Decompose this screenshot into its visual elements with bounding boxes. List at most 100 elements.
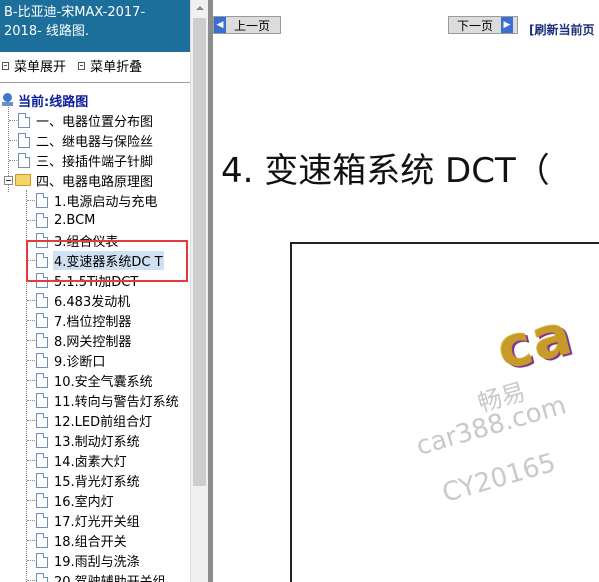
tree-item[interactable]: 16.室内灯 <box>36 490 115 510</box>
tree-section-schematics[interactable]: 四、电器电路原理图 <box>4 170 154 190</box>
scrollbar-thumb[interactable] <box>193 18 206 486</box>
tree-connector <box>27 580 35 581</box>
tree-item-label: 20.驾驶辅助开关组 <box>54 574 166 582</box>
scroll-down-icon[interactable] <box>191 565 208 582</box>
tree-connector <box>9 140 17 141</box>
tree-item[interactable]: 8.网关控制器 <box>36 330 132 350</box>
tree-section-label: 四、电器电路原理图 <box>36 174 154 190</box>
next-page-label: 下一页 <box>457 18 494 33</box>
tree-scrollbar[interactable] <box>190 0 208 582</box>
tree-item[interactable]: 18.组合开关 <box>36 530 128 550</box>
document-icon <box>18 132 30 148</box>
tree-item[interactable]: 1.电源启动与充电 <box>36 190 158 210</box>
tree-item[interactable]: 9.诊断口 <box>36 350 106 370</box>
tree-item-label: 11.转向与警告灯系统 <box>54 394 179 410</box>
tree-item[interactable]: 20.驾驶辅助开关组 <box>36 570 167 582</box>
navigation-pane: B-比亚迪-宋MAX-2017- 2018- 线路图. 菜单展开 菜单折叠 当前… <box>0 0 208 582</box>
tree-item-label: 9.诊断口 <box>54 354 106 370</box>
previous-page-button[interactable]: ◀ 上一页 <box>213 16 281 34</box>
document-icon <box>36 312 48 328</box>
tree-root-label: 当前:线路图 <box>18 94 89 110</box>
tree-item[interactable]: 15.背光灯系统 <box>36 470 141 490</box>
document-icon <box>36 192 48 208</box>
tree-item[interactable]: 6.483发动机 <box>36 290 131 310</box>
refresh-page-link[interactable]: [刷新当前页 <box>529 21 595 38</box>
document-icon <box>36 492 48 508</box>
tree-connector <box>27 400 35 401</box>
tree-connector <box>27 340 35 341</box>
tree-item[interactable]: 19.雨刮与洗涤 <box>36 550 141 570</box>
document-icon <box>36 212 48 228</box>
tree-item-label: 10.安全气囊系统 <box>54 374 153 390</box>
tree-connector <box>27 540 35 541</box>
tree-connector <box>9 120 17 121</box>
previous-page-label: 上一页 <box>234 18 271 33</box>
tree-connector <box>27 220 35 221</box>
document-title-bar: B-比亚迪-宋MAX-2017- 2018- 线路图. <box>0 0 190 52</box>
collapse-menu-link[interactable]: 菜单折叠 <box>78 56 142 75</box>
navigation-toolbar: ◀ 上一页 下一页 ▶ [刷新当前页 <box>213 12 599 40</box>
tree-section-label: 二、继电器与保险丝 <box>36 134 154 150</box>
tree-connector <box>27 460 35 461</box>
tree-item-label: 12.LED前组合灯 <box>54 414 153 430</box>
tree-section-location[interactable]: 一、电器位置分布图 <box>18 110 154 130</box>
tree-item[interactable]: 2.BCM <box>36 210 96 230</box>
collapse-icon <box>78 61 86 70</box>
expand-menu-link[interactable]: 菜单展开 <box>2 56 66 75</box>
document-icon <box>36 392 48 408</box>
document-icon <box>36 452 48 468</box>
scroll-up-icon[interactable] <box>191 0 208 17</box>
title-line-2: 2018- 线路图. <box>4 24 90 39</box>
tree-item[interactable]: 14.卤素大灯 <box>36 450 128 470</box>
document-icon <box>36 532 48 548</box>
title-line-1: B-比亚迪-宋MAX-2017- <box>4 5 146 20</box>
document-icon <box>36 512 48 528</box>
document-icon <box>36 572 48 582</box>
tree-item[interactable]: 17.灯光开关组 <box>36 510 141 530</box>
document-icon <box>36 412 48 428</box>
divider-line <box>0 82 190 83</box>
tree-section-label: 一、电器位置分布图 <box>36 114 154 130</box>
tree-item-label: 14.卤素大灯 <box>54 454 127 470</box>
expand-icon <box>2 61 9 70</box>
tree-connector <box>27 500 35 501</box>
tree-connector <box>27 440 35 441</box>
document-icon <box>36 292 48 308</box>
document-icon <box>36 372 48 388</box>
tree-connector <box>27 380 35 381</box>
tree-connector <box>27 520 35 521</box>
collapse-node-icon[interactable] <box>4 175 13 185</box>
tree-connector <box>27 320 35 321</box>
tree-item-label: 17.灯光开关组 <box>54 514 140 530</box>
tree-item[interactable]: 10.安全气囊系统 <box>36 370 154 390</box>
tree-connector <box>27 560 35 561</box>
document-icon <box>36 432 48 448</box>
document-icon <box>36 332 48 348</box>
tree-root-node[interactable]: 当前:线路图 <box>2 90 89 110</box>
tree-section-label: 三、接插件端子针脚 <box>36 154 154 170</box>
computer-icon <box>2 93 14 107</box>
page-heading: 4. 变速箱系统 DCT（ <box>221 151 550 191</box>
next-page-button[interactable]: 下一页 ▶ <box>448 16 518 34</box>
expand-menu-label: 菜单展开 <box>14 60 67 75</box>
left-arrow-icon: ◀ <box>214 17 226 33</box>
tree-connector <box>27 420 35 421</box>
tree-item-label: 7.档位控制器 <box>54 314 132 330</box>
document-icon <box>36 472 48 488</box>
highlight-annotation-box <box>26 240 188 282</box>
document-icon <box>36 552 48 568</box>
tree-connector <box>27 300 35 301</box>
tree-item[interactable]: 11.转向与警告灯系统 <box>36 390 180 410</box>
tree-connector <box>9 160 17 161</box>
tree-item[interactable]: 13.制动灯系统 <box>36 430 141 450</box>
tree-section-relays[interactable]: 二、继电器与保险丝 <box>18 130 154 150</box>
menu-controls: 菜单展开 菜单折叠 <box>2 56 150 75</box>
tree-section-connectors[interactable]: 三、接插件端子针脚 <box>18 150 154 170</box>
collapse-menu-label: 菜单折叠 <box>90 60 143 75</box>
document-icon <box>18 112 30 128</box>
content-pane: ◀ 上一页 下一页 ▶ [刷新当前页 4. 变速箱系统 DCT（ ca 畅易 c… <box>213 0 599 582</box>
tree-connector <box>27 360 35 361</box>
tree-item[interactable]: 12.LED前组合灯 <box>36 410 153 430</box>
tree-item-label: 18.组合开关 <box>54 534 127 550</box>
tree-item[interactable]: 7.档位控制器 <box>36 310 132 330</box>
